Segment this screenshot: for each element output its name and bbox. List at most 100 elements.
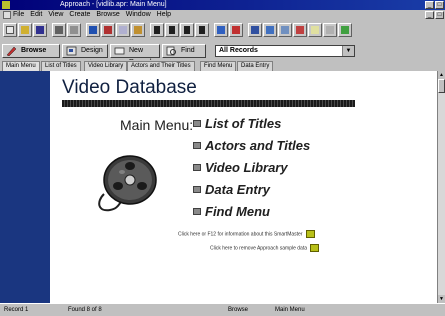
browse-label: Browse bbox=[21, 47, 47, 54]
help-smartmaster-button-icon[interactable] bbox=[305, 230, 315, 238]
maximize-button[interactable]: □ bbox=[435, 1, 444, 9]
app-icon[interactable] bbox=[2, 1, 10, 9]
save-button[interactable] bbox=[33, 23, 47, 37]
folder-icon bbox=[21, 26, 29, 34]
doc-minimize-button[interactable]: _ bbox=[425, 11, 434, 19]
tab-find-menu-label: Find Menu bbox=[204, 63, 233, 69]
menu-window[interactable]: Window bbox=[126, 10, 151, 20]
status-mode[interactable]: Browse bbox=[228, 306, 248, 314]
scroll-thumb[interactable] bbox=[438, 79, 445, 93]
last-record-icon bbox=[199, 26, 205, 34]
tab-actors-label: Actors and Their Titles bbox=[131, 63, 191, 69]
menu-button-icon[interactable] bbox=[193, 186, 201, 193]
first-record-button[interactable] bbox=[150, 23, 164, 37]
view-tabs: Main Menu List of Titles Video Library A… bbox=[0, 60, 445, 71]
smarticon-icon bbox=[341, 26, 349, 34]
status-found[interactable]: Found 8 of 8 bbox=[68, 306, 102, 314]
tab-video-library-label: Video Library bbox=[88, 63, 124, 69]
last-record-button[interactable] bbox=[195, 23, 209, 37]
chevron-down-icon[interactable]: ▼ bbox=[342, 46, 354, 56]
paste-icon bbox=[134, 26, 142, 34]
find-label: Find bbox=[181, 47, 195, 54]
sort-ascending-icon bbox=[217, 26, 225, 34]
envelope-button[interactable] bbox=[308, 23, 322, 37]
toolbar bbox=[0, 20, 445, 43]
minimize-button[interactable]: _ bbox=[425, 1, 434, 9]
scroll-up-icon[interactable]: ▲ bbox=[438, 71, 445, 79]
envelope-icon bbox=[311, 26, 319, 34]
remove-sample-data-text: Click here to remove Approach sample dat… bbox=[210, 245, 307, 252]
menu-view[interactable]: View bbox=[48, 10, 63, 20]
status-bar: Record 1 Found 8 of 8 Browse Main Menu bbox=[0, 303, 445, 316]
tab-actors-and-their-titles[interactable]: Actors and Their Titles bbox=[127, 61, 195, 71]
status-view[interactable]: Main Menu bbox=[275, 306, 305, 314]
mailing-label-button[interactable] bbox=[323, 23, 337, 37]
new-record-button[interactable]: New Record bbox=[110, 44, 160, 66]
chart-button[interactable] bbox=[293, 23, 307, 37]
print-preview-button[interactable] bbox=[67, 23, 81, 37]
scissors-icon bbox=[104, 26, 112, 34]
copy-button[interactable] bbox=[116, 23, 130, 37]
menu-create[interactable]: Create bbox=[69, 10, 90, 20]
status-record[interactable]: Record 1 bbox=[4, 306, 28, 314]
tab-data-entry-label: Data Entry bbox=[241, 63, 270, 69]
scroll-down-icon[interactable]: ▼ bbox=[438, 295, 445, 303]
records-select[interactable]: All Records ▼ bbox=[215, 45, 355, 57]
open-file-button[interactable] bbox=[18, 23, 32, 37]
form-view-button[interactable] bbox=[248, 23, 262, 37]
menu-help[interactable]: Help bbox=[157, 10, 171, 20]
menu-bar: File Edit View Create Browse Window Help… bbox=[0, 10, 445, 20]
previous-record-icon bbox=[169, 26, 175, 34]
sort-ascending-button[interactable] bbox=[214, 23, 228, 37]
records-select-value: All Records bbox=[219, 47, 258, 54]
chart-icon bbox=[296, 26, 304, 34]
sort-descending-button[interactable] bbox=[229, 23, 243, 37]
design-button[interactable]: Design bbox=[62, 44, 108, 58]
menu-item-label: Video Library bbox=[205, 160, 288, 175]
menu-button-icon[interactable] bbox=[193, 208, 201, 215]
browse-button[interactable]: Browse bbox=[2, 44, 60, 58]
tab-video-library[interactable]: Video Library bbox=[84, 61, 128, 71]
report-button[interactable] bbox=[278, 23, 292, 37]
next-record-button[interactable] bbox=[180, 23, 194, 37]
new-record-icon bbox=[114, 47, 125, 55]
undo-icon bbox=[89, 26, 97, 34]
help-smartmaster-link[interactable]: Click here or F12 for information about … bbox=[178, 230, 315, 238]
label-icon bbox=[326, 26, 334, 34]
menu-item-label: Find Menu bbox=[205, 204, 270, 219]
page-title: Video Database bbox=[62, 77, 197, 98]
tab-find-menu[interactable]: Find Menu bbox=[200, 61, 237, 71]
vertical-scrollbar[interactable]: ▲ ▼ bbox=[437, 71, 445, 303]
find-icon bbox=[166, 46, 176, 56]
cut-button[interactable] bbox=[101, 23, 115, 37]
menu-button-icon[interactable] bbox=[193, 164, 201, 171]
new-file-button[interactable] bbox=[3, 23, 17, 37]
preview-icon bbox=[70, 26, 78, 34]
menu-browse[interactable]: Browse bbox=[96, 10, 119, 20]
menu-item-label: Actors and Titles bbox=[205, 138, 311, 153]
tab-data-entry[interactable]: Data Entry bbox=[237, 61, 274, 71]
sort-descending-icon bbox=[232, 26, 240, 34]
tab-list-of-titles[interactable]: List of Titles bbox=[41, 61, 81, 71]
menu-button-icon[interactable] bbox=[193, 120, 201, 127]
worksheet-button[interactable] bbox=[263, 23, 277, 37]
printer-icon bbox=[55, 26, 63, 34]
smarticon-button[interactable] bbox=[338, 23, 352, 37]
find-button[interactable]: Find bbox=[162, 44, 206, 58]
decorative-side-strip bbox=[0, 71, 50, 303]
doc-restore-button[interactable]: □ bbox=[435, 11, 444, 19]
pencil-icon bbox=[6, 46, 17, 56]
action-bar: Browse Design New Record Find All Record… bbox=[0, 42, 445, 66]
menu-file[interactable]: File bbox=[13, 10, 24, 20]
menu-button-icon[interactable] bbox=[193, 142, 201, 149]
document-icon[interactable] bbox=[3, 11, 11, 19]
undo-button[interactable] bbox=[86, 23, 100, 37]
tab-main-menu[interactable]: Main Menu bbox=[2, 61, 40, 71]
previous-record-button[interactable] bbox=[165, 23, 179, 37]
paste-button[interactable] bbox=[131, 23, 145, 37]
menu-edit[interactable]: Edit bbox=[30, 10, 42, 20]
remove-sample-data-button-icon[interactable] bbox=[310, 244, 319, 252]
print-button[interactable] bbox=[52, 23, 66, 37]
menu-item-label: List of Titles bbox=[205, 116, 282, 131]
remove-sample-data-link[interactable]: Click here to remove Approach sample dat… bbox=[210, 244, 319, 252]
